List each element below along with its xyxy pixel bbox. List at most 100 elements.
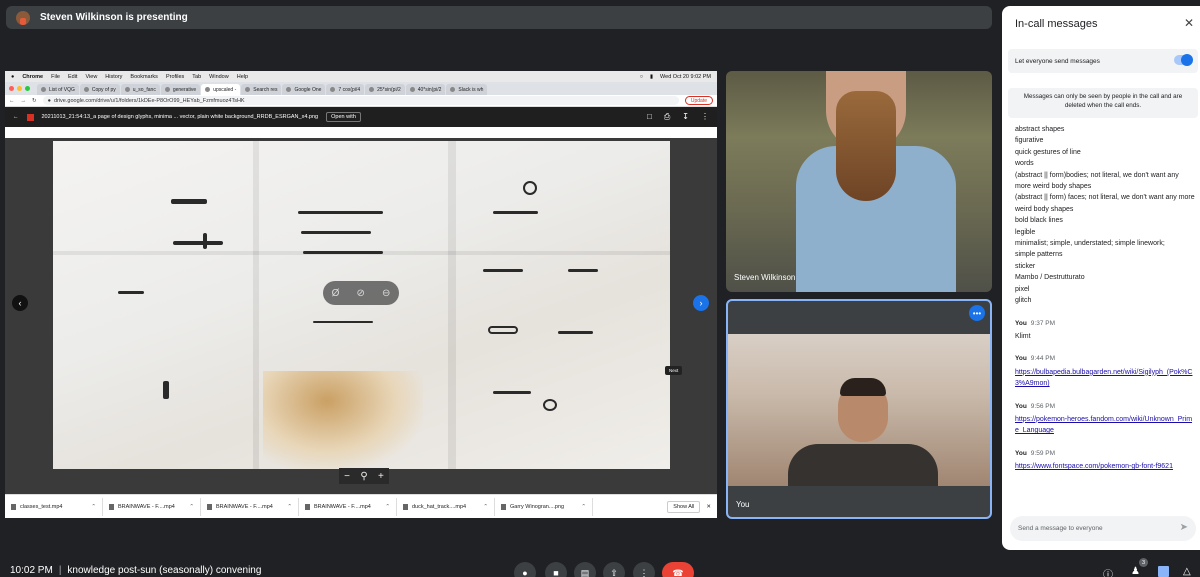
menu-item: Profiles: [165, 73, 185, 80]
people-icon[interactable]: ♟: [1131, 566, 1140, 577]
message-line: Mambo / Destrutturato: [1015, 274, 1085, 282]
window-controls: [9, 86, 30, 91]
reload-icon: ↻: [32, 97, 37, 104]
browser-tab: 25*sin(pi/2: [365, 84, 405, 95]
tab-label: 40*sin(pi/2: [417, 86, 442, 93]
message-sender: You: [1015, 355, 1027, 363]
tab-label: Search res: [253, 86, 278, 93]
prompt-message: abstract shapes figurative quick gesture…: [1015, 124, 1195, 307]
chat-input[interactable]: Send a message to everyone ➤: [1010, 516, 1196, 541]
drive-viewer-header: ← 20211013_21:54:13_a page of design gly…: [5, 107, 717, 127]
menu-item: Edit: [67, 73, 78, 80]
message-line: simple patterns: [1015, 251, 1063, 259]
chat-input-placeholder: Send a message to everyone: [1018, 525, 1103, 532]
hang-up-icon: ☎: [672, 567, 684, 577]
message-line: words: [1015, 160, 1034, 168]
tab-favicon-icon: [330, 87, 336, 92]
message-time: 9:44 PM: [1030, 355, 1056, 363]
tab-label: Google One: [294, 86, 322, 93]
battery-icon: ▮: [650, 73, 654, 80]
chat-message: You 9:37 PM Klimt: [1015, 318, 1195, 343]
message-text: Klimt: [1015, 332, 1031, 340]
close-chat-icon[interactable]: ✕: [1184, 16, 1194, 30]
microphone-button[interactable]: ●: [514, 562, 536, 577]
message-meta: You 9:37 PM: [1015, 318, 1195, 329]
more-vert-icon: ⋮: [639, 567, 649, 577]
message-time: 9:56 PM: [1030, 402, 1056, 410]
tab-favicon-icon: [164, 87, 170, 92]
camera-button[interactable]: ■: [545, 562, 567, 577]
captions-button[interactable]: ▤: [574, 562, 596, 577]
download-item: classes_test.mp4 ⌃: [5, 497, 103, 516]
browser-tab: Copy of py: [79, 84, 120, 95]
tab-favicon-icon: [286, 87, 292, 92]
message-meta: You 9:56 PM: [1015, 401, 1195, 412]
apple-icon: ●: [11, 73, 15, 80]
tab-label: u_so_fanc: [132, 86, 156, 93]
minimize-dot-icon: [17, 86, 22, 91]
mac-menubar: ● Chrome File Edit View History Bookmark…: [5, 71, 717, 82]
download-item: Garry Winogran....png ⌃: [495, 497, 593, 516]
comment-icon: □: [647, 112, 652, 121]
download-name: classes_test.mp4: [20, 503, 63, 510]
meeting-name: knowledge post-sun (seasonally) convenin…: [67, 565, 262, 576]
mic-off-icon: Ø: [331, 287, 340, 299]
video-off-icon: ⊘: [356, 287, 365, 299]
zoom-out-icon: −: [344, 470, 350, 482]
menu-item: Bookmarks: [130, 73, 158, 80]
message-list: abstract shapes figurative quick gesture…: [1015, 124, 1195, 473]
message-sender: You: [1015, 449, 1027, 457]
end-call-button[interactable]: ☎: [662, 562, 694, 577]
send-icon[interactable]: ➤: [1180, 522, 1188, 533]
file-icon: [207, 503, 212, 510]
wifi-icon: ○: [639, 73, 644, 80]
message-link[interactable]: https://www.fontspace.com/pokemon-gb-fon…: [1015, 461, 1195, 472]
browser-tab: 40*sin(pi/2: [405, 84, 446, 95]
presenter-text: Steven Wilkinson is presenting: [40, 12, 188, 23]
message-meta: You 9:44 PM: [1015, 353, 1195, 364]
participants-count-badge: 3: [1139, 558, 1148, 567]
more-options-button[interactable]: ⋮: [633, 562, 655, 577]
participant-tile-you[interactable]: ••• You: [726, 299, 992, 519]
message-line: abstract shapes: [1015, 126, 1065, 133]
close-dot-icon: [9, 86, 14, 91]
back-arrow-icon: ←: [13, 114, 19, 120]
download-name: BRAINWAVE - F....mp4: [314, 503, 371, 510]
send-messages-toggle[interactable]: [1174, 54, 1193, 66]
menu-item: View: [85, 73, 98, 80]
present-button[interactable]: ⇧: [603, 562, 625, 577]
message-link[interactable]: https://pokemon-heroes.fandom.com/wiki/U…: [1015, 414, 1195, 437]
chevron-up-icon: ⌃: [483, 503, 488, 510]
activities-icon[interactable]: △: [1183, 566, 1191, 577]
chat-icon[interactable]: [1158, 566, 1169, 577]
participant-tile-steven[interactable]: Steven Wilkinson: [726, 71, 992, 292]
more-options-button[interactable]: •••: [969, 305, 985, 321]
message-line: quick gestures of line: [1015, 148, 1081, 156]
message-link[interactable]: https://bulbapedia.bulbagarden.net/wiki/…: [1015, 367, 1195, 390]
message-line: (abstract || form) faces; not literal, w…: [1015, 194, 1195, 213]
meeting-info: 10:02 PM | knowledge post-sun (seasonally)…: [10, 565, 262, 576]
message-line: pixel: [1015, 285, 1030, 293]
menu-item: History: [105, 73, 123, 80]
tab-favicon-icon: [450, 87, 456, 92]
browser-tab: generative: [160, 84, 201, 95]
download-icon: ↧: [682, 112, 689, 121]
tab-label: Slack is wh: [458, 86, 484, 93]
previous-image-icon: ‹: [12, 295, 28, 311]
tab-favicon-icon: [409, 87, 415, 92]
clock: 10:02 PM: [10, 565, 53, 576]
tab-favicon-icon: [245, 87, 251, 92]
more-vert-icon: ⋮: [701, 112, 709, 121]
file-icon: [403, 503, 408, 510]
tab-favicon-icon: [83, 87, 89, 92]
chevron-up-icon: ⌃: [581, 503, 586, 510]
microphone-icon: ●: [522, 568, 528, 577]
presenter-banner: Steven Wilkinson is presenting: [6, 6, 992, 29]
shared-screen: ● Chrome File Edit View History Bookmark…: [5, 71, 717, 518]
browser-tab: 7 cos(pi/4: [326, 84, 365, 95]
chat-message: You 9:59 PM https://www.fontspace.com/pok…: [1015, 448, 1195, 473]
info-icon[interactable]: ⓘ: [1103, 566, 1113, 577]
zoom-dot-icon: [25, 86, 30, 91]
tab-label: Copy of py: [91, 86, 116, 93]
tab-label: generative: [172, 86, 197, 93]
